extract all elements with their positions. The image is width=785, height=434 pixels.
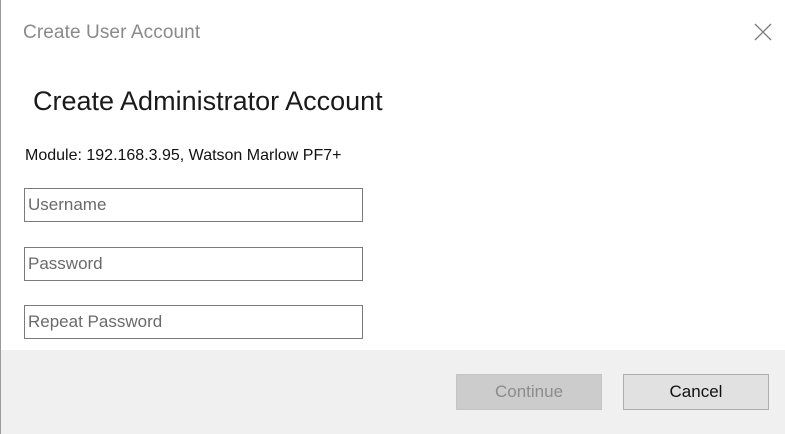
repeat-password-field[interactable]: [24, 305, 363, 339]
username-field[interactable]: [24, 188, 363, 222]
continue-button[interactable]: Continue: [456, 374, 602, 410]
close-icon: [754, 23, 772, 41]
page-title: Create Administrator Account: [33, 86, 383, 116]
title-bar: Create User Account: [1, 0, 785, 70]
window-title: Create User Account: [23, 22, 201, 43]
module-info: Module: 192.168.3.95, Watson Marlow PF7+: [25, 147, 342, 164]
close-button[interactable]: [740, 8, 785, 54]
create-user-account-dialog: Create User Account Create Administrator…: [0, 0, 785, 434]
cancel-button[interactable]: Cancel: [623, 374, 769, 410]
password-field[interactable]: [24, 247, 363, 281]
button-bar: Continue Cancel: [1, 350, 785, 434]
